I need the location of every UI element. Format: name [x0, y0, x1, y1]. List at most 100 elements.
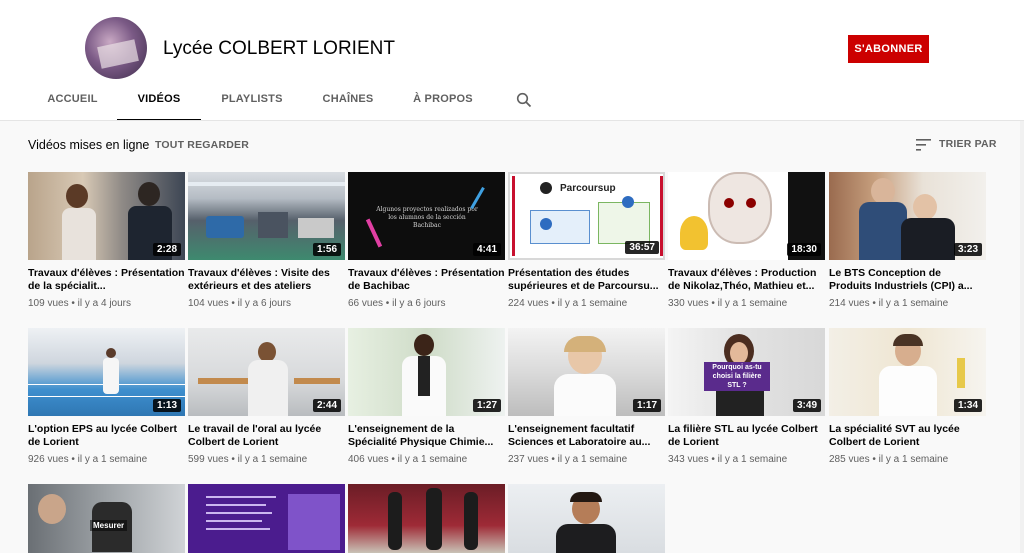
video-card[interactable]: 1:56 Travaux d'élèves : Visite des extér…	[188, 172, 345, 309]
video-thumbnail[interactable]	[508, 484, 665, 553]
video-thumbnail[interactable]: 1:56	[188, 172, 345, 260]
tab-accueil[interactable]: ACCUEIL	[44, 80, 101, 121]
channel-tabs: ACCUEIL VIDÉOS PLAYLISTS CHAÎNES À PROPO…	[0, 80, 1024, 121]
video-thumbnail[interactable]: 1:34	[829, 328, 986, 416]
video-title[interactable]: Le travail de l'oral au lycée Colbert de…	[188, 423, 345, 449]
video-duration: 3:49	[792, 399, 821, 412]
video-age: il y a 1 semaine	[717, 298, 788, 309]
video-card[interactable]: 18:30 Travaux d'élèves : Production de N…	[668, 172, 825, 309]
video-views: 224 vues	[508, 298, 549, 309]
video-card[interactable]: Algunos proyectos realizados por los alu…	[348, 172, 505, 309]
mesurer-caption: Mesurer	[90, 520, 128, 531]
video-title[interactable]: L'enseignement facultatif Sciences et La…	[508, 423, 665, 449]
video-views: 109 vues	[28, 298, 69, 309]
video-meta: 224 vues • il y a 1 semaine	[508, 298, 628, 309]
video-card[interactable]: 2:44 Le travail de l'oral au lycée Colbe…	[188, 328, 345, 465]
video-thumbnail[interactable]: 3:23	[829, 172, 986, 260]
sort-label: TRIER PAR	[939, 138, 997, 150]
video-meta: 599 vues • il y a 1 semaine	[188, 454, 308, 465]
video-meta: 285 vues • il y a 1 semaine	[829, 454, 949, 465]
video-card[interactable]: 1:17 L'enseignement facultatif Sciences …	[508, 328, 665, 465]
video-card[interactable]: Pourquoi as-tu choisi la filière STL ? 3…	[668, 328, 825, 465]
video-duration: 36:57	[625, 241, 659, 254]
video-age: il y a 1 semaine	[237, 454, 308, 465]
video-thumbnail[interactable]: 1:13	[28, 328, 185, 416]
video-meta: 104 vues • il y a 6 jours	[188, 298, 292, 309]
tab-videos[interactable]: VIDÉOS	[117, 80, 201, 121]
video-title[interactable]: L'option EPS au lycée Colbert de Lorient	[28, 423, 185, 449]
video-title[interactable]: La filière STL au lycée Colbert de Lorie…	[668, 423, 825, 449]
stl-caption: Pourquoi as-tu choisi la filière STL ?	[704, 362, 770, 391]
video-thumbnail[interactable]: 1:17	[508, 328, 665, 416]
channel-avatar[interactable]	[85, 17, 147, 79]
video-duration: 1:17	[632, 399, 661, 412]
video-title[interactable]: Travaux d'élèves : Présentation de Bachi…	[348, 267, 505, 293]
sort-icon	[916, 139, 931, 151]
video-meta: 926 vues • il y a 1 semaine	[28, 454, 148, 465]
video-age: il y a 1 semaine	[77, 454, 148, 465]
video-meta: 343 vues • il y a 1 semaine	[668, 454, 788, 465]
video-title[interactable]: Le BTS Conception de Produits Industriel…	[829, 267, 986, 293]
video-views: 285 vues	[829, 454, 870, 465]
scrollbar-track[interactable]	[1020, 121, 1024, 553]
video-thumbnail[interactable]: Parcoursup 36:57	[508, 172, 665, 260]
video-views: 330 vues	[668, 298, 709, 309]
subscribe-button[interactable]: S'ABONNER	[848, 35, 929, 63]
section-title: Vidéos mises en ligne	[28, 138, 150, 152]
video-title[interactable]: L'enseignement de la Spécialité Physique…	[348, 423, 505, 449]
video-views: 599 vues	[188, 454, 229, 465]
video-meta: 330 vues • il y a 1 semaine	[668, 298, 788, 309]
video-thumbnail[interactable]: 1:27	[348, 328, 505, 416]
video-thumbnail[interactable]: 2:44	[188, 328, 345, 416]
tab-playlists[interactable]: PLAYLISTS	[219, 80, 285, 121]
video-thumbnail[interactable]	[188, 484, 345, 553]
video-title[interactable]: Travaux d'élèves : Présentation de la sp…	[28, 267, 185, 293]
channel-header: Lycée COLBERT LORIENT S'ABONNER ACCUEIL …	[0, 0, 1024, 121]
video-duration: 1:56	[312, 243, 341, 256]
video-age: il y a 1 semaine	[878, 454, 949, 465]
video-thumbnail[interactable]: Mesurer	[28, 484, 185, 553]
video-views: 237 vues	[508, 454, 549, 465]
video-views: 926 vues	[28, 454, 69, 465]
video-meta: 109 vues • il y a 4 jours	[28, 298, 132, 309]
video-title[interactable]: Travaux d'élèves : Visite des extérieurs…	[188, 267, 345, 293]
tab-chaines[interactable]: CHAÎNES	[318, 80, 378, 121]
video-thumbnail[interactable]: 2:28	[28, 172, 185, 260]
tab-a-propos[interactable]: À PROPOS	[410, 80, 476, 121]
video-age: il y a 1 semaine	[557, 454, 628, 465]
video-card[interactable]: 3:23 Le BTS Conception de Produits Indus…	[829, 172, 986, 309]
video-duration: 1:13	[152, 399, 181, 412]
video-views: 343 vues	[668, 454, 709, 465]
video-thumbnail[interactable]: 18:30	[668, 172, 825, 260]
video-thumbnail[interactable]: Algunos proyectos realizados por los alu…	[348, 172, 505, 260]
video-duration: 2:28	[152, 243, 181, 256]
video-duration: 18:30	[787, 243, 821, 256]
video-meta: 66 vues • il y a 6 jours	[348, 298, 446, 309]
video-card[interactable]: Parcoursup 36:57 Présentation des études…	[508, 172, 665, 309]
video-title[interactable]: Travaux d'élèves : Production de Nikolaz…	[668, 267, 825, 293]
video-thumbnail[interactable]	[348, 484, 505, 553]
video-card[interactable]: 1:13 L'option EPS au lycée Colbert de Lo…	[28, 328, 185, 465]
video-age: il y a 4 jours	[77, 298, 132, 309]
video-title[interactable]: La spécialité SVT au lycée Colbert de Lo…	[829, 423, 986, 449]
video-duration: 1:27	[472, 399, 501, 412]
header-divider	[0, 120, 1024, 121]
channel-title: Lycée COLBERT LORIENT	[163, 38, 395, 59]
parcoursup-logo-text: Parcoursup	[560, 183, 616, 194]
thumbnail-caption: Algunos proyectos realizados por los alu…	[376, 206, 478, 229]
video-views: 406 vues	[348, 454, 389, 465]
video-title[interactable]: Présentation des études supérieures et d…	[508, 267, 665, 293]
video-card[interactable]: 1:34 La spécialité SVT au lycée Colbert …	[829, 328, 986, 465]
search-icon[interactable]	[516, 92, 532, 108]
video-card[interactable]: 1:27 L'enseignement de la Spécialité Phy…	[348, 328, 505, 465]
video-card[interactable]: 2:28 Travaux d'élèves : Présentation de …	[28, 172, 185, 309]
see-all-button[interactable]: TOUT REGARDER	[155, 139, 249, 151]
video-age: il y a 6 jours	[237, 298, 292, 309]
video-thumbnail[interactable]: Pourquoi as-tu choisi la filière STL ? 3…	[668, 328, 825, 416]
video-views: 214 vues	[829, 298, 870, 309]
video-duration: 4:41	[472, 243, 501, 256]
video-age: il y a 1 semaine	[878, 298, 949, 309]
video-duration: 3:23	[953, 243, 982, 256]
video-meta: 406 vues • il y a 1 semaine	[348, 454, 468, 465]
video-meta: 237 vues • il y a 1 semaine	[508, 454, 628, 465]
